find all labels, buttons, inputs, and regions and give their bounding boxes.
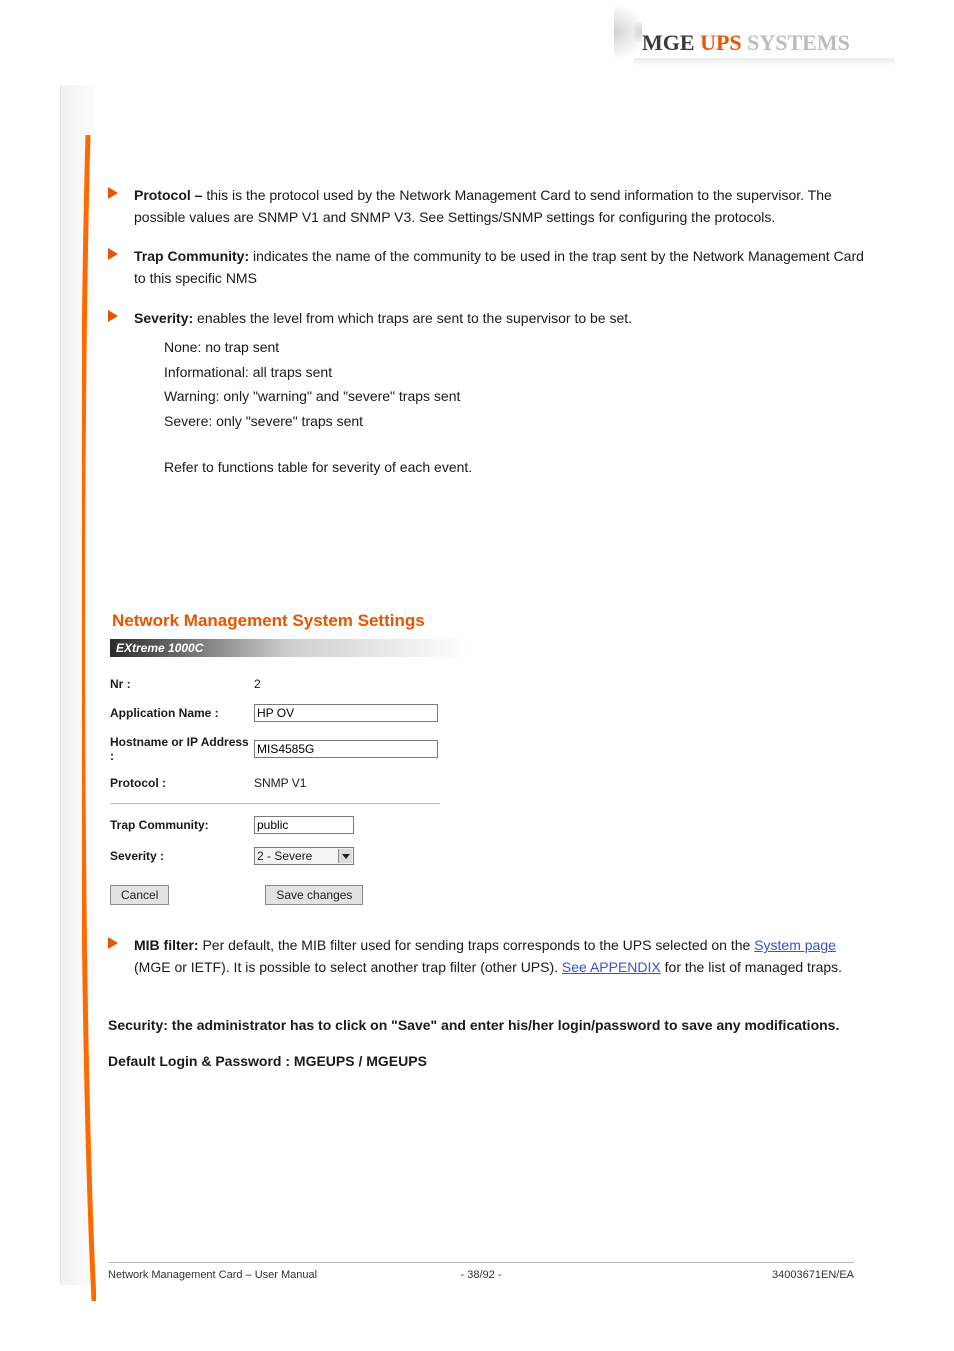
- bullet-text: Protocol – this is the protocol used by …: [134, 185, 864, 228]
- save-button[interactable]: Save changes: [265, 885, 363, 905]
- panel-title: Network Management System Settings: [112, 611, 864, 631]
- value-protocol: SNMP V1: [254, 776, 306, 790]
- bullet-prefix: Severity:: [134, 310, 197, 326]
- select-severity[interactable]: 2 - Severe: [254, 847, 354, 865]
- brand-ups: UPS: [700, 30, 742, 55]
- bullet-text: Trap Community: indicates the name of th…: [134, 246, 864, 289]
- play-bullet-icon: [108, 310, 122, 324]
- input-host[interactable]: [254, 740, 438, 758]
- bullet-mib-filter: MIB filter: Per default, the MIB filter …: [108, 935, 864, 978]
- link-see-appendix[interactable]: See APPENDIX: [562, 959, 661, 975]
- cancel-button[interactable]: Cancel: [110, 885, 169, 905]
- bullet-text: MIB filter: Per default, the MIB filter …: [134, 935, 864, 978]
- row-app-name: Application Name :: [110, 704, 470, 722]
- input-app-name[interactable]: [254, 704, 438, 722]
- brand-header: MGE UPS SYSTEMS: [634, 22, 894, 70]
- row-nr: Nr : 2: [110, 677, 470, 691]
- page-left-shadow: [60, 85, 95, 1285]
- label-app-name: Application Name :: [110, 706, 254, 720]
- severity-level-item: Severe: only "severe" traps sent: [164, 409, 864, 434]
- device-title-strip: EXtreme 1000C: [110, 639, 470, 657]
- value-nr: 2: [254, 677, 261, 691]
- play-bullet-icon: [108, 937, 122, 951]
- bullet-prefix: Protocol –: [134, 187, 206, 203]
- bullet-prefix: Trap Community:: [134, 248, 253, 264]
- nms-form: Nr : 2 Application Name : Hostname or IP…: [110, 657, 470, 905]
- row-host: Hostname or IP Address :: [110, 735, 470, 763]
- defaults-text: Default Login & Password : MGEUPS / MGEU…: [108, 1053, 427, 1069]
- bullet-body: this is the protocol used by the Network…: [134, 187, 832, 225]
- mib-text-2: (MGE or IETF). It is possible to select …: [134, 959, 562, 975]
- severity-level-item: None: no trap sent: [164, 335, 864, 360]
- brand-logo: MGE UPS SYSTEMS: [642, 30, 850, 56]
- bullet-body: enables the level from which traps are s…: [197, 310, 632, 326]
- severity-level-list: None: no trap sent Informational: all tr…: [164, 335, 864, 433]
- row-severity: Severity : 2 - Severe: [110, 847, 470, 865]
- defaults-note: Default Login & Password : MGEUPS / MGEU…: [108, 1051, 864, 1073]
- form-button-row: Cancel Save changes: [110, 885, 470, 905]
- footer-page-number: - 38/92 -: [461, 1269, 502, 1281]
- row-protocol: Protocol : SNMP V1: [110, 776, 470, 790]
- label-protocol: Protocol :: [110, 776, 254, 790]
- label-severity: Severity :: [110, 849, 254, 863]
- page-content: Protocol – this is the protocol used by …: [108, 185, 864, 1072]
- severity-level-item: Warning: only "warning" and "severe" tra…: [164, 384, 864, 409]
- severity-level-item: Informational: all traps sent: [164, 360, 864, 385]
- security-note: Security: the administrator has to click…: [108, 1015, 864, 1037]
- brand-undershadow: [634, 58, 894, 66]
- label-trap-community: Trap Community:: [110, 818, 254, 832]
- chevron-down-icon: [338, 849, 352, 863]
- row-trap-community: Trap Community:: [110, 816, 470, 834]
- bullet-text: Severity: enables the level from which t…: [134, 308, 864, 330]
- label-host: Hostname or IP Address :: [110, 735, 254, 763]
- mib-text-1: Per default, the MIB filter used for sen…: [202, 937, 754, 953]
- link-system-page[interactable]: System page: [754, 937, 836, 953]
- bullet-protocol: Protocol – this is the protocol used by …: [108, 185, 864, 228]
- input-trap-community[interactable]: [254, 816, 354, 834]
- mib-text-3: for the list of managed traps.: [661, 959, 842, 975]
- bullet-severity: Severity: enables the level from which t…: [108, 308, 864, 330]
- bullet-prefix: MIB filter:: [134, 937, 202, 953]
- brand-systems: SYSTEMS: [747, 30, 850, 55]
- brand-bar: [634, 22, 642, 42]
- label-nr: Nr :: [110, 677, 254, 691]
- footer-reference: 34003671EN/EA: [772, 1269, 854, 1281]
- play-bullet-icon: [108, 187, 122, 201]
- form-divider: [110, 803, 440, 804]
- bullet-trap-community: Trap Community: indicates the name of th…: [108, 246, 864, 289]
- security-text: Security: the administrator has to click…: [108, 1017, 839, 1033]
- brand-mge: MGE: [642, 30, 695, 55]
- play-bullet-icon: [108, 248, 122, 262]
- select-severity-value: 2 - Severe: [257, 849, 312, 863]
- severity-note: Refer to functions table for severity of…: [164, 459, 864, 475]
- page-footer: Network Management Card – User Manual - …: [108, 1262, 854, 1281]
- footer-doc-title: Network Management Card – User Manual: [108, 1269, 317, 1281]
